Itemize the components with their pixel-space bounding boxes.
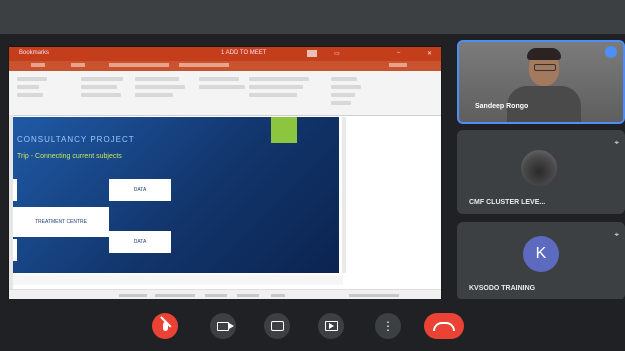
participant-name: Sandeep Rongo	[475, 103, 529, 110]
participant-photo	[521, 150, 557, 186]
mic-off-icon	[162, 321, 168, 331]
participant-avatar: K	[523, 236, 559, 272]
captions-icon	[270, 321, 284, 331]
hang-up-icon	[433, 321, 455, 331]
menu-item-file	[31, 63, 45, 67]
participant-tile[interactable]: ⌖ K KVSODO TRAINING	[457, 222, 625, 300]
slide-box-bottom: DATA	[109, 231, 171, 253]
slide-scrollbar[interactable]	[342, 117, 346, 273]
slide-subtitle: Trip - Connecting current subjects	[17, 153, 122, 160]
ppt-menu-bar	[9, 61, 441, 71]
slide-title: CONSULTANCY PROJECT	[17, 135, 135, 144]
participant-tile[interactable]: Sandeep Rongo	[457, 40, 625, 124]
more-options-button[interactable]: ⋮	[375, 313, 401, 339]
pin-icon[interactable]: ⌖	[614, 230, 619, 240]
slide-box-edge-bottom	[13, 239, 17, 261]
menu-item-home	[71, 63, 85, 67]
mic-toggle-button[interactable]	[152, 313, 178, 339]
menu-item-design	[179, 63, 229, 67]
minimize-icon: –	[397, 50, 401, 56]
restore-icon: ▭	[334, 51, 340, 57]
pin-icon[interactable]: ⌖	[614, 138, 619, 148]
slide-box-edge-top	[13, 179, 17, 201]
present-icon	[324, 321, 338, 331]
ppt-title-bar: Bookmarks 1 ADD TO MEET ▭ – ✕	[9, 47, 441, 61]
present-button[interactable]	[318, 313, 344, 339]
more-options-icon: ⋮	[382, 319, 394, 333]
leave-call-button[interactable]	[424, 313, 464, 339]
participant-tile[interactable]: ⌖ CMF CLUSTER LEVE...	[457, 130, 625, 214]
camera-icon	[217, 321, 234, 331]
menu-item-share	[389, 63, 407, 67]
camera-toggle-button[interactable]	[210, 313, 236, 339]
person-glasses	[534, 64, 556, 71]
account-icon	[307, 50, 317, 57]
shared-screen: Bookmarks 1 ADD TO MEET ▭ – ✕ CONSULTANC…	[8, 46, 442, 302]
participant-name: KVSODO TRAINING	[469, 285, 536, 292]
captions-button[interactable]	[264, 313, 290, 339]
person-hair	[527, 48, 561, 60]
top-bar	[0, 0, 625, 34]
slide-canvas: CONSULTANCY PROJECT Trip - Connecting cu…	[13, 117, 339, 273]
ppt-title-left: Bookmarks	[19, 50, 50, 56]
close-icon: ✕	[427, 51, 433, 57]
menu-item-insert	[109, 63, 169, 67]
slide-accent-block	[271, 117, 297, 143]
call-controls: ⋮	[0, 299, 625, 351]
slide-box-top: DATA	[109, 179, 171, 201]
notes-pane	[13, 275, 343, 285]
participant-name: CMF CLUSTER LEVE...	[469, 199, 546, 206]
ppt-ribbon	[9, 71, 441, 116]
speaking-indicator-icon	[605, 46, 617, 58]
slide-box-left: TREATMENT CENTRE	[13, 207, 109, 237]
ppt-title-center: 1 ADD TO MEET	[221, 50, 267, 56]
